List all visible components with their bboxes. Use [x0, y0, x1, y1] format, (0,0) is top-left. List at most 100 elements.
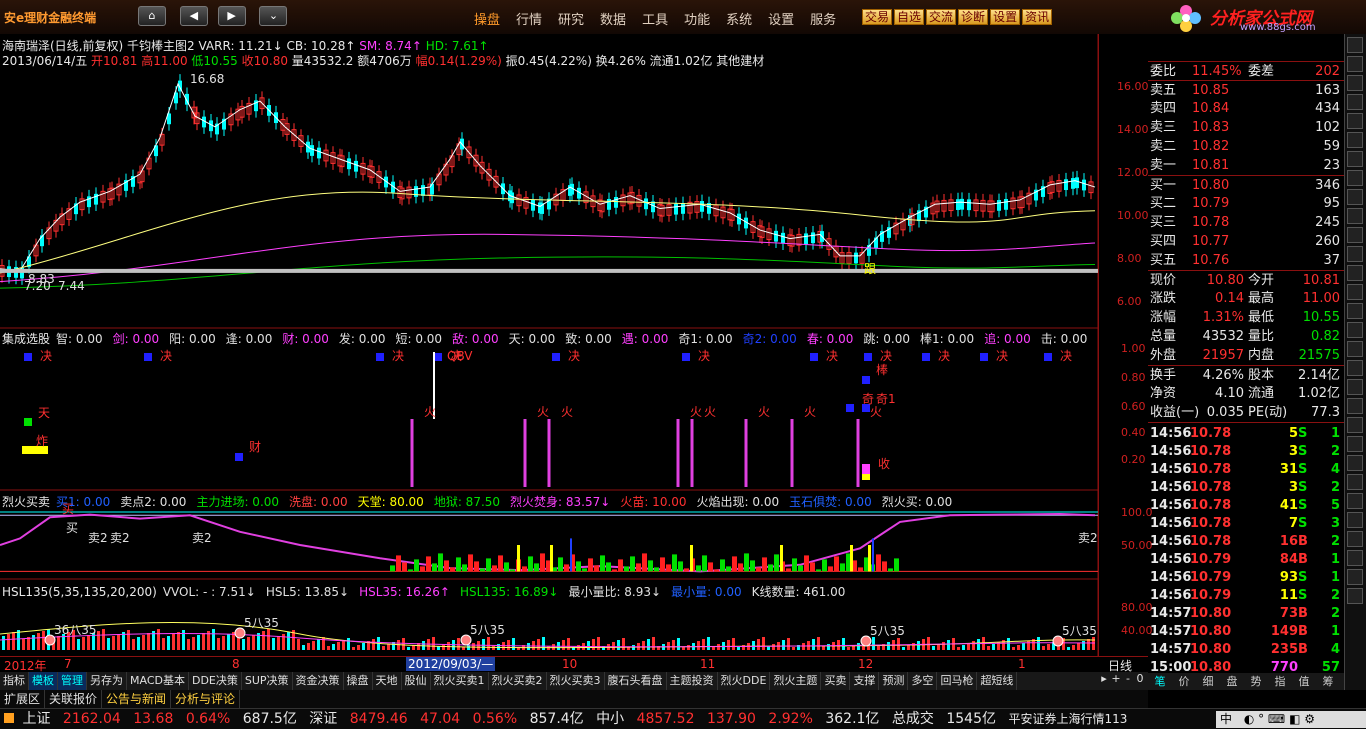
forward-button[interactable]: ▶: [217, 6, 246, 26]
template-tab[interactable]: 资金决策: [293, 672, 344, 690]
tick-row[interactable]: 14:57 10.80 73 B 2: [1148, 605, 1344, 623]
toolbar-icon[interactable]: [1347, 170, 1363, 186]
template-tab[interactable]: 预测: [879, 672, 909, 690]
detail-tab[interactable]: 筹: [1316, 673, 1340, 689]
tick-row[interactable]: 14:56 10.78 3 S 2: [1148, 443, 1344, 461]
stat-row[interactable]: 涨幅 1.31% 最低 10.55: [1148, 308, 1344, 327]
template-tab[interactable]: 主题投资: [667, 672, 718, 690]
toolbar-icon[interactable]: [1347, 265, 1363, 281]
tick-row[interactable]: 14:57 10.80 149 B 1: [1148, 623, 1344, 641]
template-tab[interactable]: 烈火主题: [770, 672, 822, 690]
toolbar-icon[interactable]: [1347, 132, 1363, 148]
quick-button-4[interactable]: 设置: [990, 9, 1021, 25]
detail-tab[interactable]: 值: [1292, 673, 1316, 689]
template-tab[interactable]: 烈火买卖1: [431, 672, 489, 690]
home-button[interactable]: ⌂: [138, 6, 166, 26]
detail-tab[interactable]: 势: [1244, 673, 1268, 689]
toolbar-icon[interactable]: [1347, 341, 1363, 357]
stat-row[interactable]: 现价 10.80 今开 10.81: [1148, 270, 1344, 289]
bid-row[interactable]: 买三 10.78 245: [1148, 213, 1344, 232]
detail-tab[interactable]: 细: [1196, 673, 1220, 689]
menu-item-6[interactable]: 系统: [726, 9, 752, 28]
bid-row[interactable]: 买四 10.77 260: [1148, 232, 1344, 251]
template-tab[interactable]: 天地: [373, 672, 402, 690]
toolbar-icon[interactable]: [1347, 151, 1363, 167]
menu-item-2[interactable]: 研究: [558, 9, 584, 28]
detail-tab[interactable]: 价: [1172, 673, 1196, 689]
template-tab[interactable]: 模板: [29, 672, 58, 690]
template-tab[interactable]: 烈火买卖2: [489, 672, 547, 690]
template-tab[interactable]: 烈火DDE: [718, 672, 771, 690]
toolbar-icon[interactable]: [1347, 284, 1363, 300]
ask-row[interactable]: 卖五 10.85 163: [1148, 80, 1344, 99]
toolbar-icon[interactable]: [1347, 227, 1363, 243]
tick-row[interactable]: 14:56 10.78 7 S 3: [1148, 515, 1344, 533]
template-tab[interactable]: DDE决策: [189, 672, 242, 690]
chart-area[interactable]: 16.68 7.20 7.44 8.83 跟决决决决决决决决决决决 QBV 火火火火火火火火…: [0, 34, 1098, 656]
toolbar-icon[interactable]: [1347, 512, 1363, 528]
toolbar-icon[interactable]: [1347, 37, 1363, 53]
tab-scroll-button[interactable]: +: [1110, 672, 1122, 685]
toolbar-icon[interactable]: [1347, 322, 1363, 338]
toolbar-icon[interactable]: [1347, 189, 1363, 205]
template-tab[interactable]: 管理: [58, 672, 87, 690]
bid-row[interactable]: 买二 10.79 95: [1148, 194, 1344, 213]
toolbar-icon[interactable]: [1347, 94, 1363, 110]
quick-button-3[interactable]: 诊断: [958, 9, 989, 25]
ime-mode[interactable]: 中: [1220, 712, 1232, 726]
toolbar-icon[interactable]: [1347, 474, 1363, 490]
sz-label[interactable]: 深证: [309, 711, 337, 727]
toolbar-icon[interactable]: [1347, 398, 1363, 414]
extension-tab[interactable]: 扩展区: [0, 690, 46, 708]
template-tab[interactable]: 指标: [0, 672, 29, 690]
quick-button-5[interactable]: 资讯: [1022, 9, 1053, 25]
zx-label[interactable]: 中小: [596, 711, 624, 727]
menu-item-5[interactable]: 功能: [684, 9, 710, 28]
ratio-row[interactable]: 委比 11.45% 委差 202: [1148, 61, 1344, 80]
toolbar-icon[interactable]: [1347, 550, 1363, 566]
toolbar-icon[interactable]: [1347, 588, 1363, 604]
toolbar-icon[interactable]: [1347, 56, 1363, 72]
template-tab[interactable]: 烈火买卖3: [547, 672, 605, 690]
fund-row[interactable]: 收益(一) 0.035 PE(动) 77.3: [1148, 403, 1344, 422]
stat-row[interactable]: 总量 43532 量比 0.82: [1148, 327, 1344, 346]
stat-row[interactable]: 外盘 21957 内盘 21575: [1148, 346, 1344, 365]
tick-row[interactable]: 14:56 10.79 11 S 2: [1148, 587, 1344, 605]
ask-row[interactable]: 卖三 10.83 102: [1148, 118, 1344, 137]
tick-row[interactable]: 14:57 10.80 235 B 4: [1148, 641, 1344, 659]
extension-tab[interactable]: 关联报价: [45, 690, 103, 708]
quick-button-2[interactable]: 交流: [926, 9, 957, 25]
menu-item-8[interactable]: 服务: [810, 9, 836, 28]
menu-item-1[interactable]: 行情: [516, 9, 542, 28]
menu-item-7[interactable]: 设置: [768, 9, 794, 28]
toolbar-icon[interactable]: [1347, 569, 1363, 585]
menu-item-0[interactable]: 操盘: [474, 9, 500, 28]
template-tab[interactable]: SUP决策: [242, 672, 293, 690]
toolbar-icon[interactable]: [1347, 113, 1363, 129]
ime-bar[interactable]: 中 ◐ ° ⌨ ◧ ⚙: [1216, 711, 1366, 728]
template-tab[interactable]: 腹石头看盘: [605, 672, 667, 690]
template-tab[interactable]: 股仙: [402, 672, 431, 690]
quick-button-1[interactable]: 自选: [894, 9, 925, 25]
template-tab[interactable]: MACD基本: [127, 672, 189, 690]
tab-scroll-button[interactable]: ▸: [1098, 672, 1110, 685]
toolbar-icon[interactable]: [1347, 75, 1363, 91]
tick-row[interactable]: 14:56 10.79 93 S 1: [1148, 569, 1344, 587]
tick-row[interactable]: 14:56 10.78 16 B 2: [1148, 533, 1344, 551]
ask-row[interactable]: 卖二 10.82 59: [1148, 137, 1344, 156]
template-tab[interactable]: 超短线: [977, 672, 1018, 690]
template-tab[interactable]: 支撑: [850, 672, 880, 690]
detail-tab[interactable]: 指: [1268, 673, 1292, 689]
template-tab[interactable]: 回马枪: [937, 672, 978, 690]
ask-row[interactable]: 卖一 10.81 23: [1148, 156, 1344, 175]
extension-tab[interactable]: 公告与新闻: [102, 690, 172, 708]
toolbar-icon[interactable]: [1347, 455, 1363, 471]
toolbar-icon[interactable]: [1347, 208, 1363, 224]
sh-label[interactable]: 上证: [22, 711, 50, 727]
toolbar-icon[interactable]: [1347, 360, 1363, 376]
bid-row[interactable]: 买五 10.76 37: [1148, 251, 1344, 270]
back-button[interactable]: ◀: [179, 6, 208, 26]
detail-tab[interactable]: 盘: [1220, 673, 1244, 689]
tab-scroll-button[interactable]: 0: [1134, 672, 1146, 685]
toolbar-icon[interactable]: [1347, 246, 1363, 262]
